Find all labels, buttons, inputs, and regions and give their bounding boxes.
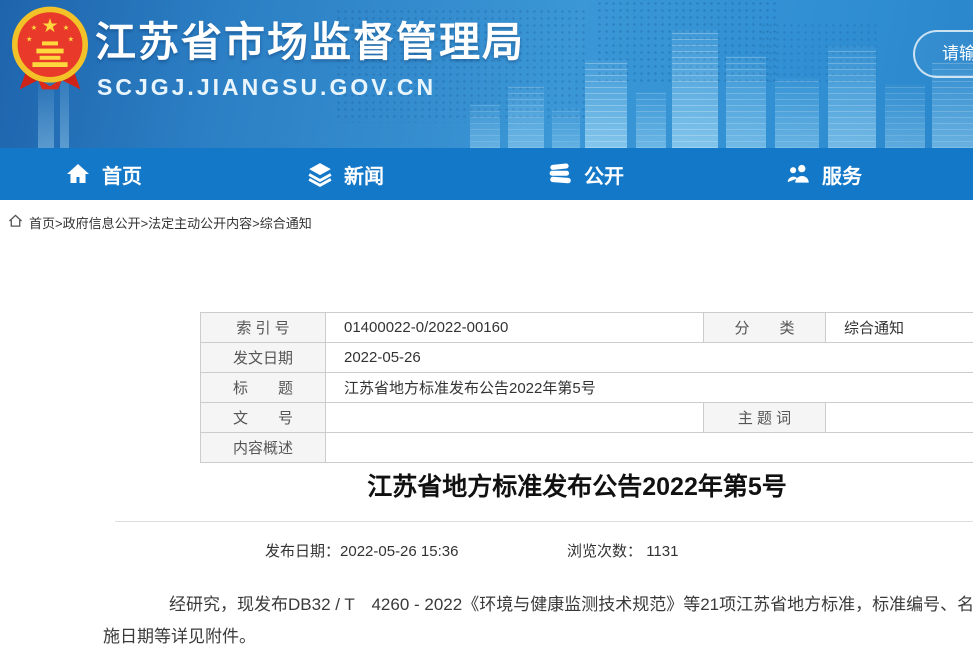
table-row: 索 引 号 01400022-0/2022-00160 分 类 综合通知 (201, 313, 973, 343)
summary-label: 内容概述 (201, 433, 326, 463)
building-silhouette (636, 92, 666, 148)
nav-item-disclosure[interactable]: 公开 (547, 148, 624, 200)
summary-value (326, 433, 973, 463)
article-body-line-2: 施日期等详见附件。 (103, 622, 973, 647)
doc-number-label: 文 号 (201, 403, 326, 433)
table-row: 内容概述 (201, 433, 973, 463)
svg-text:★: ★ (63, 23, 69, 32)
publish-date: 发布日期：2022-05-26 15:36 (265, 540, 458, 561)
index-label: 索 引 号 (201, 313, 326, 343)
building-silhouette (552, 108, 580, 148)
article-title: 江苏省地方标准发布公告2022年第5号 (0, 467, 973, 503)
svg-text:★: ★ (68, 34, 74, 43)
disclosure-icon (547, 161, 573, 187)
title-label: 标 题 (201, 373, 326, 403)
building-silhouette (585, 60, 627, 148)
nav-item-label: 首页 (102, 160, 142, 189)
search-input[interactable]: 请输入 (913, 30, 973, 78)
svg-text:★: ★ (41, 16, 58, 37)
subject-label: 主 题 词 (704, 403, 826, 433)
document-info-table: 索 引 号 01400022-0/2022-00160 分 类 综合通知 发文日… (200, 312, 973, 463)
index-value: 01400022-0/2022-00160 (326, 313, 704, 343)
service-icon (785, 161, 811, 187)
table-row: 发文日期 2022-05-26 (201, 343, 973, 373)
doc-number-value (326, 403, 704, 433)
issue-date-label: 发文日期 (201, 343, 326, 373)
category-value: 综合通知 (826, 313, 973, 343)
nav-item-label: 公开 (584, 160, 624, 189)
breadcrumb-path[interactable]: 首页>政府信息公开>法定主动公开内容>综合通知 (29, 213, 312, 232)
building-silhouette (885, 84, 925, 148)
breadcrumb: 首页>政府信息公开>法定主动公开内容>综合通知 (8, 213, 312, 232)
building-silhouette (775, 78, 819, 148)
building-silhouette (508, 86, 544, 148)
issue-date-value: 2022-05-26 (326, 343, 973, 373)
nav-item-news[interactable]: 新闻 (307, 148, 384, 200)
divider (115, 521, 973, 522)
building-silhouette (726, 56, 766, 148)
home-outline-icon (8, 214, 23, 231)
national-emblem-logo[interactable]: ★ ★ ★ ★ ★ (10, 6, 90, 101)
nav-item-home[interactable]: 首页 (65, 148, 142, 200)
home-icon (65, 162, 91, 186)
nav-item-service[interactable]: 服务 (785, 148, 862, 200)
building-silhouette (672, 30, 718, 148)
nav-item-label: 新闻 (344, 160, 384, 189)
table-row: 标 题 江苏省地方标准发布公告2022年第5号 (201, 373, 973, 403)
title-value: 江苏省地方标准发布公告2022年第5号 (326, 373, 973, 403)
site-header: ★ ★ ★ ★ ★ 江苏省市场监督管理局 SCJGJ.JIANGSU.GOV.C… (0, 0, 973, 148)
news-icon (307, 161, 333, 187)
building-silhouette (828, 46, 876, 148)
svg-text:★: ★ (31, 23, 37, 32)
svg-text:★: ★ (26, 34, 32, 43)
building-silhouette (470, 104, 500, 148)
category-label: 分 类 (704, 313, 826, 343)
table-row: 文 号 主 题 词 (201, 403, 973, 433)
view-count: 浏览次数： 1131 (567, 540, 678, 561)
article-body-line-1: 经研究，现发布DB32 / T 4260 - 2022《环境与健康监测技术规范》… (103, 590, 973, 615)
subject-value (826, 403, 973, 433)
site-url: SCJGJ.JIANGSU.GOV.CN (97, 74, 436, 101)
main-nav: 首页 新闻 公开 (0, 148, 973, 200)
site-title: 江苏省市场监督管理局 (95, 8, 525, 68)
nav-item-label: 服务 (822, 160, 862, 189)
